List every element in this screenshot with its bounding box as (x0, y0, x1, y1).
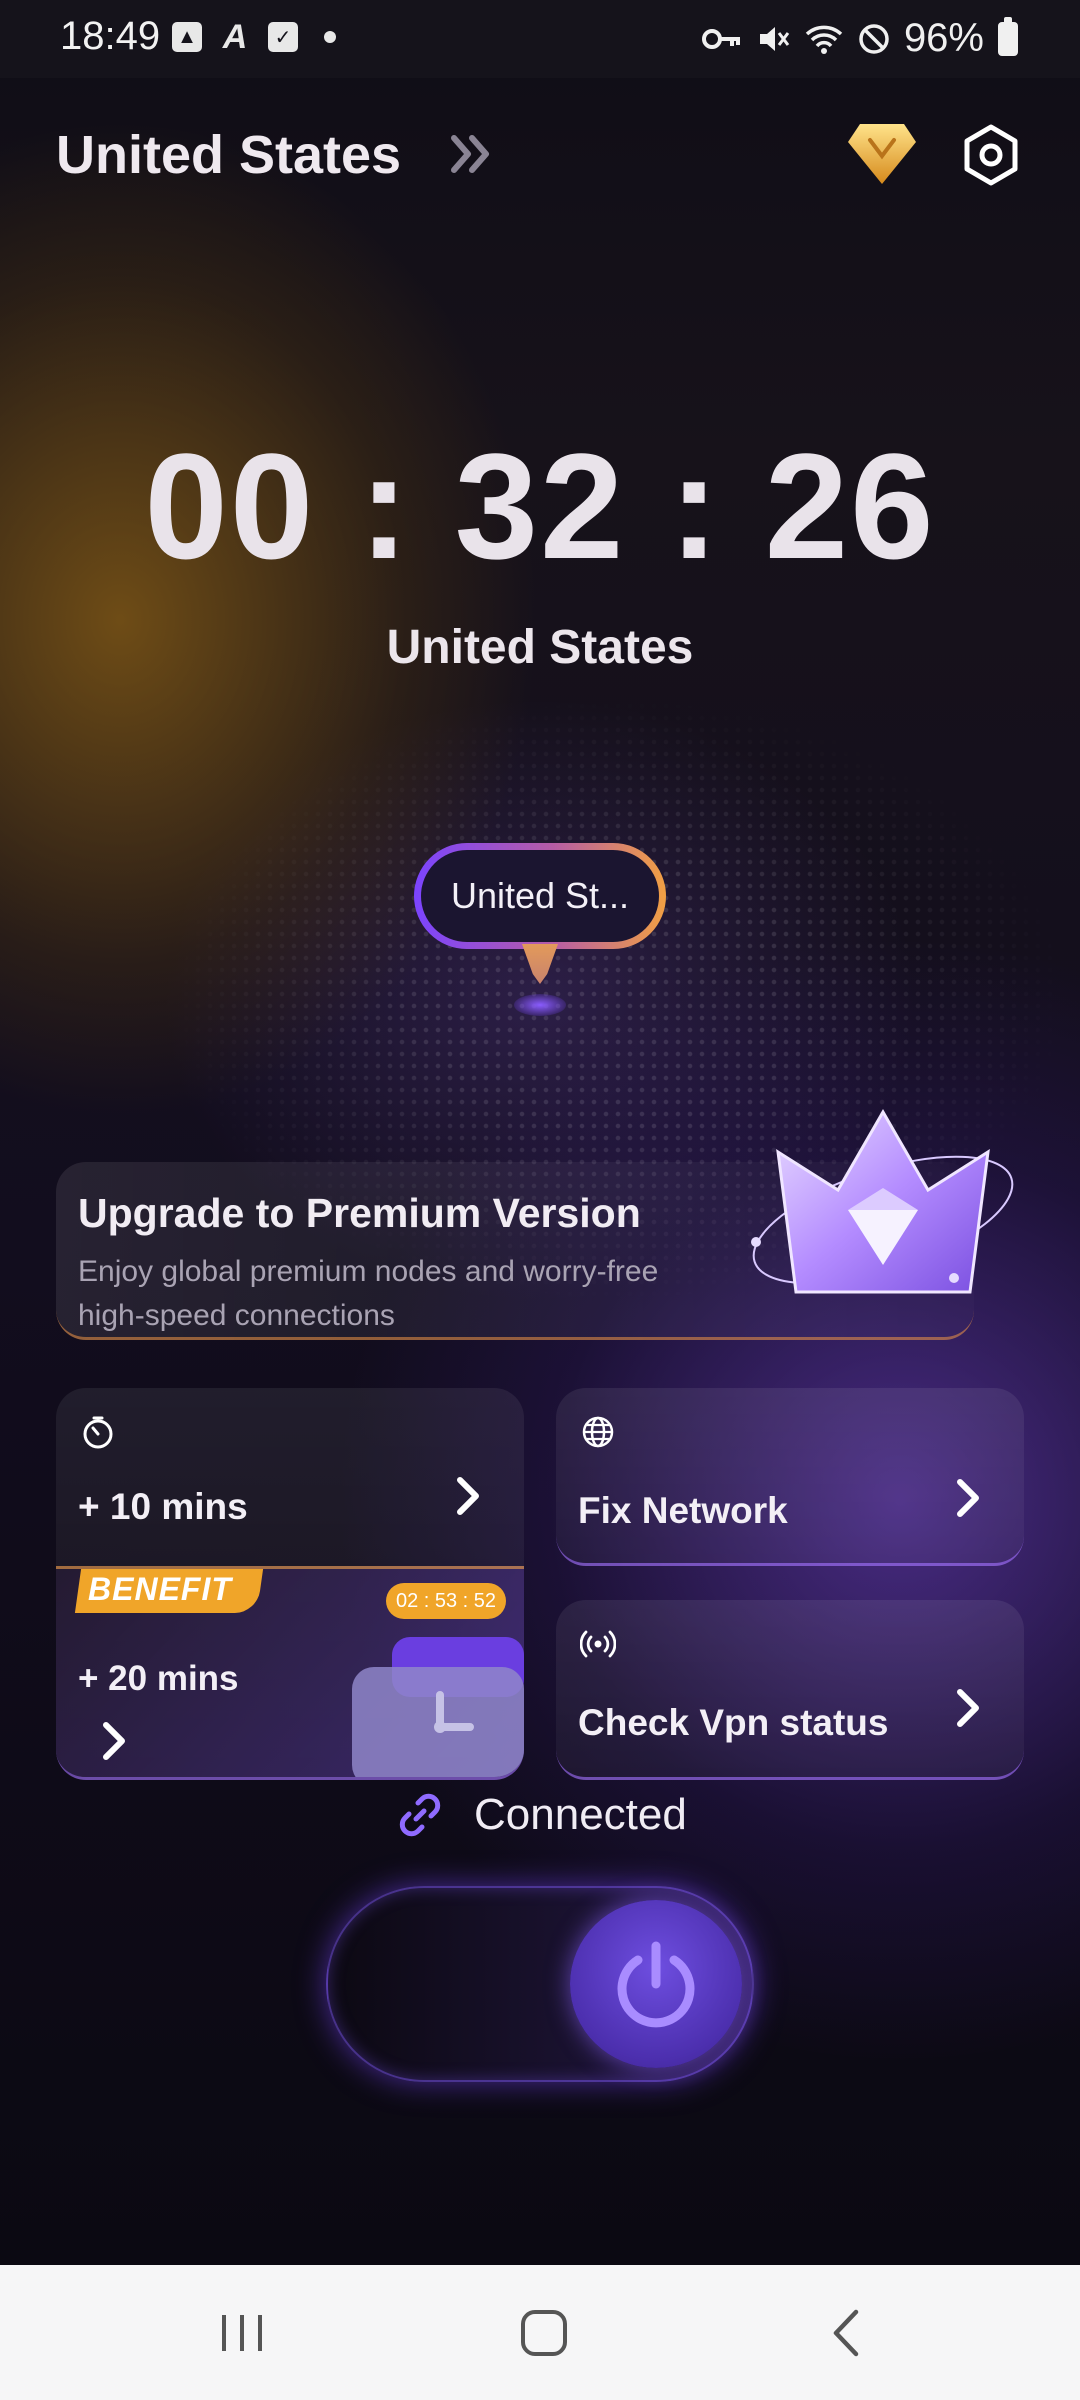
system-nav-bar (0, 2265, 1080, 2400)
crown-diamond-icon (751, 1108, 1014, 1294)
connection-timer: 00 : 32 : 26 (144, 422, 936, 590)
font-icon: A (222, 17, 248, 56)
benefit-badge-label: BENEFIT (88, 1571, 232, 1607)
gear-icon[interactable] (960, 124, 1022, 186)
status-system-icons: 96% (701, 16, 1018, 61)
benefit-time-label: + 20 mins (78, 1659, 239, 1698)
vpn-key-icon (701, 28, 740, 49)
clock-icon (352, 1637, 524, 1777)
image-icon: ▲ (172, 22, 202, 52)
benefit-countdown: 02 : 53 : 52 (386, 1583, 506, 1619)
wifi-icon (805, 25, 843, 54)
check-vpn-card[interactable]: Check Vpn status (556, 1600, 1024, 1780)
home-icon[interactable] (504, 2295, 584, 2371)
benefit-section[interactable]: BENEFIT 02 : 53 : 52 + 20 mins (56, 1566, 524, 1777)
back-icon[interactable] (806, 2295, 886, 2371)
dnd-icon (859, 23, 889, 54)
add-time-card[interactable]: + 10 mins BENEFIT 02 : 53 : 52 + 20 mins (56, 1388, 524, 1780)
chevron-right-icon (957, 1689, 979, 1727)
double-chevron-right-icon[interactable] (446, 124, 506, 184)
diamond-icon[interactable] (846, 120, 918, 188)
mute-icon (759, 26, 790, 51)
connected-country: United States (386, 621, 694, 674)
location-pin-glow (514, 994, 566, 1016)
upgrade-description: Enjoy global premium nodes and worry-fre… (78, 1255, 659, 1332)
link-icon (399, 1793, 441, 1837)
vpn-power-knob[interactable] (570, 1900, 742, 2068)
checkbox-icon: ✓ (268, 22, 298, 52)
location-selector-title[interactable]: United States (56, 124, 401, 186)
check-vpn-label: Check Vpn status (578, 1702, 889, 1743)
upgrade-title: Upgrade to Premium Version (78, 1190, 641, 1236)
connection-status: Connected (396, 1787, 687, 1843)
location-pin-label: United St... (421, 850, 659, 942)
fix-network-label: Fix Network (578, 1490, 788, 1531)
add-time-label: + 10 mins (78, 1486, 248, 1527)
battery-icon (998, 16, 1018, 56)
battery-percent: 96% (903, 16, 984, 60)
dot-icon (324, 31, 336, 43)
power-icon (617, 1941, 695, 2028)
chevron-right-icon (457, 1477, 479, 1515)
globe-icon (582, 1416, 614, 1448)
chevron-right-icon (957, 1479, 979, 1517)
timer-icon (83, 1416, 113, 1449)
chevron-right-icon (103, 1722, 125, 1760)
vpn-app-screen: 18:49 ▲ A ✓ 96% United States 00 : 32 : … (0, 0, 1080, 2265)
recent-apps-icon[interactable] (202, 2295, 282, 2371)
broadcast-icon (580, 1630, 616, 1658)
vpn-power-toggle[interactable] (326, 1886, 754, 2082)
fix-network-card[interactable]: Fix Network (556, 1388, 1024, 1566)
status-notification-icons: ▲ A ✓ (172, 17, 336, 56)
connection-status-label: Connected (474, 1790, 687, 1839)
status-bar: 18:49 ▲ A ✓ 96% (0, 0, 1080, 78)
location-pin[interactable]: United St... (414, 843, 666, 949)
status-time: 18:49 (60, 14, 161, 58)
